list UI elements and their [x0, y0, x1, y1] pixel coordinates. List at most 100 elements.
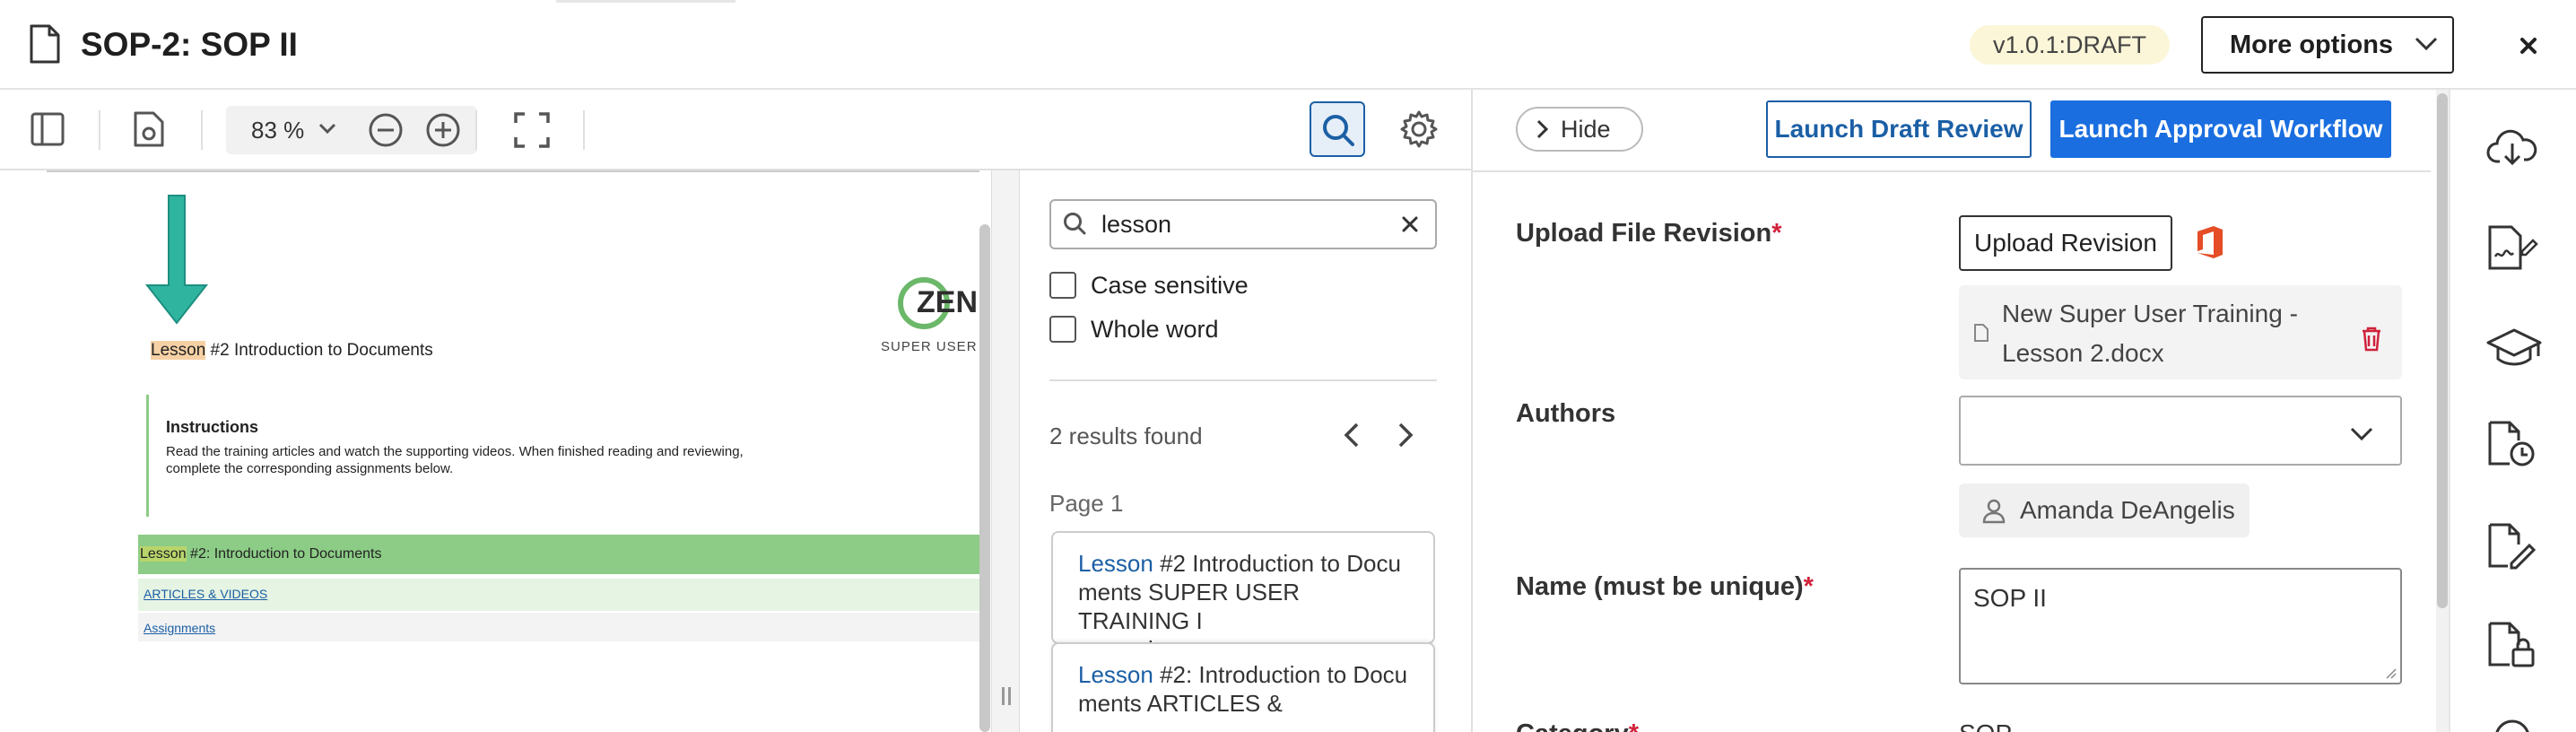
pdf-title-text: #2 Introduction to Documents: [205, 341, 433, 360]
required-marker: *: [1803, 572, 1814, 601]
pdf-link-assignments[interactable]: Assignments: [144, 621, 215, 635]
result-text: #2: Introduction to Docu: [1153, 661, 1408, 688]
whole-word-checkbox[interactable]: [1049, 316, 1076, 343]
page-title: SOP-2: SOP II: [81, 26, 298, 63]
required-marker: *: [1629, 719, 1639, 732]
category-value: SOP: [1959, 716, 2012, 732]
pdf-link-articles[interactable]: ARTICLES & VIDEOS: [144, 587, 267, 601]
fullscreen-icon[interactable]: [513, 111, 551, 149]
instructions-line-1: Read the training articles and watch the…: [166, 444, 744, 459]
search-button[interactable]: [1310, 101, 1365, 157]
toolbar-divider: [583, 110, 585, 150]
instructions-line-2: complete the corresponding assignments b…: [166, 461, 454, 476]
document-edit-icon[interactable]: [2486, 522, 2538, 574]
toolbar-divider: [475, 110, 477, 150]
result-text: #2 Introduction to Docu: [1153, 550, 1401, 577]
case-sensitive-checkbox[interactable]: [1049, 272, 1076, 299]
authors-select[interactable]: [1959, 396, 2402, 466]
chevron-right-icon: [1536, 119, 1550, 139]
pdf-table-row: [138, 613, 979, 641]
zoom-value: 83 %: [251, 117, 305, 144]
resize-grip: [1008, 687, 1011, 705]
office-icon[interactable]: [2194, 224, 2224, 260]
panel-header-divider: [1473, 170, 2431, 172]
file-icon: [1973, 323, 1989, 343]
hide-label: Hide: [1561, 116, 1611, 143]
panel-scrollbar[interactable]: [2437, 93, 2448, 608]
name-label: Name (must be unique)*: [1516, 569, 1814, 605]
search-highlight: Lesson: [151, 341, 206, 360]
search-result-item[interactable]: Lesson #2 Introduction to Docu ments SUP…: [1051, 531, 1435, 663]
field-label-text: Upload File Revision: [1516, 219, 1772, 248]
launch-draft-review-button[interactable]: Launch Draft Review: [1766, 100, 2032, 158]
authors-label: Authors: [1516, 399, 1616, 428]
pdf-scrollbar[interactable]: [979, 224, 990, 732]
file-name-line: Lesson 2.docx: [2002, 339, 2164, 367]
zoom-in-icon[interactable]: [425, 112, 461, 148]
version-badge: v1.0.1:DRAFT: [1970, 25, 2171, 65]
toolbar-divider: [201, 110, 203, 150]
logo-text: ZEN: [917, 285, 978, 319]
search-icon: [1062, 211, 1087, 236]
toolbar-divider: [99, 110, 100, 150]
more-options-label: More options: [2230, 30, 2394, 59]
result-text: ments ARTICLES &: [1078, 690, 1283, 717]
search-divider: [1049, 379, 1437, 381]
results-page-label: Page 1: [1049, 490, 1124, 517]
previous-result-icon[interactable]: [1342, 422, 1362, 449]
sidebar-toggle-icon[interactable]: [30, 112, 65, 146]
search-icon: [1321, 113, 1355, 147]
search-result-item[interactable]: Lesson #2: Introduction to Docu ments AR…: [1051, 642, 1435, 732]
field-label-text: Name (must be unique): [1516, 572, 1804, 601]
result-hit-text: Lesson: [1078, 550, 1153, 577]
instructions-rule: [146, 395, 149, 517]
search-highlight: Lesson: [140, 546, 187, 562]
resize-grip: [1002, 687, 1005, 705]
close-button[interactable]: [2508, 25, 2549, 66]
header-bar: [0, 0, 2576, 90]
graduation-cap-icon[interactable]: [2486, 327, 2542, 379]
signature-document-icon[interactable]: [2486, 224, 2538, 276]
results-count: 2 results found: [1049, 423, 1203, 449]
name-value: SOP II: [1973, 584, 2047, 612]
pdf-page-edge: [47, 170, 979, 172]
field-label-text: Category: [1516, 719, 1629, 732]
clear-search-icon[interactable]: [1399, 214, 1421, 235]
result-text: ments SUPER USER TRAINING I: [1078, 579, 1301, 634]
document-settings-icon[interactable]: [133, 110, 165, 148]
zoom-out-icon[interactable]: [368, 112, 404, 148]
launch-approval-workflow-button[interactable]: Launch Approval Workflow: [2050, 100, 2391, 158]
cloud-download-icon[interactable]: [2486, 126, 2538, 178]
next-result-icon[interactable]: [1396, 422, 1415, 449]
header-tab-indicator: [556, 0, 735, 3]
chevron-down-icon: [2350, 427, 2373, 441]
trash-icon[interactable]: [2361, 327, 2382, 352]
author-chip-label: Amanda DeAngelis: [2020, 496, 2235, 524]
category-label: Category*: [1516, 716, 1639, 732]
panel-resize-handle[interactable]: [991, 170, 1020, 732]
pdf-table-header-text: Lesson #2: Introduction to Documents: [140, 545, 382, 564]
document-history-icon[interactable]: [2486, 420, 2538, 472]
viewer-toolbar: [0, 90, 1471, 170]
required-marker: *: [1771, 219, 1782, 248]
attached-file-name: New Super User Training - Lesson 2.docx: [2002, 294, 2343, 373]
close-icon: [2508, 25, 2549, 66]
more-rail-icon[interactable]: [2486, 718, 2538, 732]
gear-icon[interactable]: [1399, 109, 1439, 149]
search-query-text: lesson: [1101, 211, 1172, 238]
result-hit-text: Lesson: [1078, 661, 1153, 688]
chevron-down-icon: [318, 122, 336, 136]
document-icon: [29, 23, 61, 65]
file-name-line: New Super User Training -: [2002, 300, 2298, 327]
more-options-button[interactable]: More options: [2201, 16, 2454, 74]
pdf-lesson-title: Lesson #2 Introduction to Documents: [151, 339, 433, 362]
whole-word-label: Whole word: [1091, 316, 1219, 343]
document-lock-icon[interactable]: [2486, 621, 2538, 673]
case-sensitive-label: Case sensitive: [1091, 272, 1249, 299]
hide-button[interactable]: Hide: [1516, 107, 1643, 152]
upload-file-revision-label: Upload File Revision*: [1516, 215, 1782, 251]
upload-revision-button[interactable]: Upload Revision: [1959, 215, 2172, 271]
chevron-down-icon: [2415, 36, 2438, 52]
instructions-heading: Instructions: [166, 418, 259, 436]
resize-handle-icon[interactable]: [2384, 667, 2397, 679]
